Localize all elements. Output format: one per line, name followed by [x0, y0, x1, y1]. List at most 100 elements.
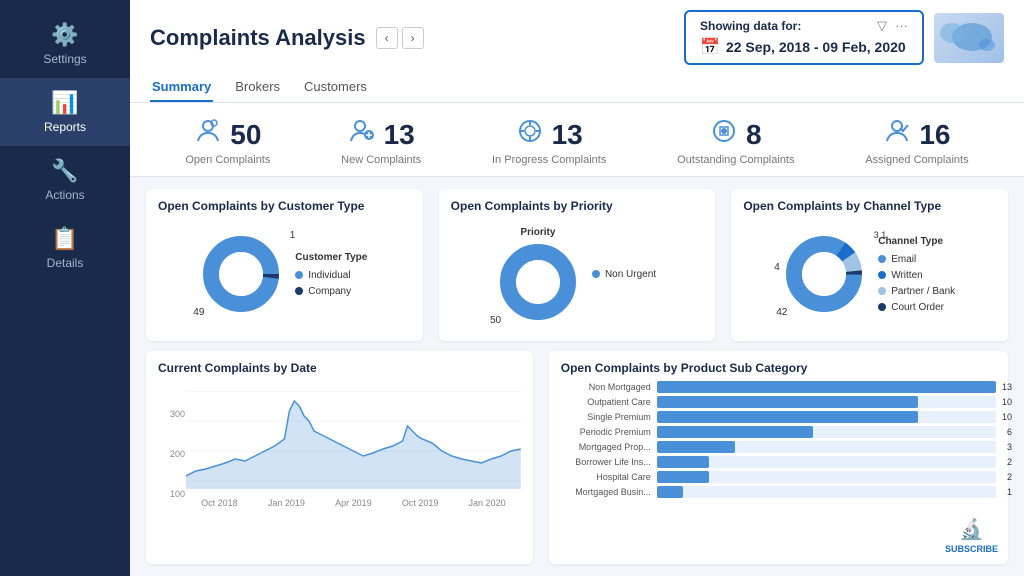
actions-icon: 🔧 — [51, 158, 78, 184]
legend-partner-bank: Partner / Bank — [878, 286, 955, 297]
bar-row: Hospital Care 2 — [561, 471, 996, 483]
kpi-assigned-complaints: 16 Assigned Complaints — [865, 117, 968, 166]
kpi-open-label: Open Complaints — [185, 154, 270, 166]
bar-row: Mortgaged Busin... 1 — [561, 486, 996, 498]
legend-nonurgent-label: Non Urgent — [605, 269, 656, 280]
nav-next-button[interactable]: › — [402, 27, 424, 49]
bar-row: Non Mortgaged 13 — [561, 381, 996, 393]
bar-inner — [657, 441, 735, 453]
date-filter-label: Showing data for: — [700, 19, 801, 33]
legend-written-label: Written — [891, 270, 923, 281]
legend-written: Written — [878, 270, 955, 281]
chart-bar-product: Open Complaints by Product Sub Category … — [549, 351, 1008, 564]
legend-channel-title: Channel Type — [878, 236, 955, 247]
date-filter-icons: ▽ ··· — [877, 18, 908, 34]
settings-icon: ⚙️ — [51, 22, 78, 48]
x-label-apr2019: Apr 2019 — [335, 498, 372, 508]
legend-customer-title: Customer Type — [295, 252, 367, 263]
bar-chart-title: Open Complaints by Product Sub Category — [561, 361, 996, 375]
legend-email-label: Email — [891, 254, 916, 265]
bar-outer: 1 — [657, 486, 996, 498]
kpi-inprogress-value: 13 — [552, 119, 583, 151]
nav-prev-button[interactable]: ‹ — [376, 27, 398, 49]
filter-icon[interactable]: ▽ — [877, 18, 887, 34]
legend-court-order: Court Order — [878, 302, 955, 313]
sidebar-item-settings[interactable]: ⚙️ Settings — [0, 10, 130, 78]
bar-value: 3 — [1007, 442, 1012, 452]
donut-priority-legend: Non Urgent — [592, 269, 656, 280]
bar-row: Mortgaged Prop... 3 — [561, 441, 996, 453]
bar-value: 10 — [1002, 412, 1012, 422]
sidebar-item-reports[interactable]: 📊 Reports — [0, 78, 130, 146]
open-complaints-icon — [194, 117, 222, 152]
y-label-200: 200 — [170, 449, 185, 459]
sidebar-item-actions[interactable]: 🔧 Actions — [0, 146, 130, 214]
donut-channel-wrap: 3 1 4 42 — [784, 234, 864, 314]
nav-arrows: ‹ › — [376, 27, 424, 49]
tab-customers[interactable]: Customers — [302, 73, 369, 102]
kpi-open-value: 50 — [230, 119, 261, 151]
bar-value: 13 — [1002, 382, 1012, 392]
legend-individual-label: Individual — [308, 270, 350, 281]
bar-row: Single Premium 10 — [561, 411, 996, 423]
date-range-text: 22 Sep, 2018 - 09 Feb, 2020 — [726, 39, 906, 55]
bar-row: Borrower Life Ins... 2 — [561, 456, 996, 468]
subscribe-label: SUBSCRIBE — [945, 544, 998, 554]
date-filter-value: 📅 22 Sep, 2018 - 09 Feb, 2020 — [700, 37, 906, 57]
assigned-icon — [883, 117, 911, 152]
tab-brokers[interactable]: Brokers — [233, 73, 282, 102]
sidebar-item-label: Details — [47, 256, 84, 270]
bar-label: Periodic Premium — [561, 427, 651, 437]
charts-top-row: Open Complaints by Customer Type 1 49 Cu… — [146, 189, 1008, 341]
bar-outer: 10 — [657, 411, 996, 423]
donut-customer-legend: Customer Type Individual Company — [295, 252, 367, 297]
bar-inner — [657, 486, 683, 498]
donut-customer-label-tl: 1 — [290, 230, 296, 241]
sidebar-item-label: Reports — [44, 120, 86, 134]
bar-outer: 13 — [657, 381, 996, 393]
tab-summary[interactable]: Summary — [150, 73, 213, 102]
bar-outer: 10 — [657, 396, 996, 408]
kpi-outstanding-value: 8 — [746, 119, 762, 151]
subscribe-icon: 🔬 — [959, 517, 984, 542]
bar-outer: 2 — [657, 456, 996, 468]
sidebar-item-details[interactable]: 📋 Details — [0, 214, 130, 282]
bar-inner — [657, 471, 709, 483]
charts-area: Open Complaints by Customer Type 1 49 Cu… — [130, 177, 1024, 576]
legend-nonurgent: Non Urgent — [592, 269, 656, 280]
sidebar-item-label: Settings — [43, 52, 86, 66]
x-label-jan2020: Jan 2020 — [469, 498, 506, 508]
bar-chart-area: Non Mortgaged 13 Outpatient Care 10 Sing… — [561, 381, 996, 498]
main-content: Complaints Analysis ‹ › Showing data for… — [130, 0, 1024, 576]
donut-priority-label-br: 50 — [490, 315, 501, 326]
chart-priority-title: Open Complaints by Priority — [451, 199, 704, 213]
x-label-oct2018: Oct 2018 — [201, 498, 238, 508]
donut-channel-label-l: 4 — [774, 262, 780, 273]
kpi-new-complaints: 13 New Complaints — [341, 117, 421, 166]
bar-label: Non Mortgaged — [561, 382, 651, 392]
legend-partner-label: Partner / Bank — [891, 286, 955, 297]
outstanding-icon — [710, 117, 738, 152]
details-icon: 📋 — [51, 226, 78, 252]
bar-label: Outpatient Care — [561, 397, 651, 407]
bar-value: 1 — [1007, 487, 1012, 497]
calendar-icon: 📅 — [700, 37, 720, 57]
page-title: Complaints Analysis — [150, 25, 366, 51]
bar-label: Hospital Care — [561, 472, 651, 482]
subscribe-badge: 🔬 SUBSCRIBE — [945, 517, 998, 554]
bar-inner — [657, 456, 709, 468]
kpi-open-complaints: 50 Open Complaints — [185, 117, 270, 166]
more-icon[interactable]: ··· — [895, 18, 908, 34]
priority-legend-title: Priority — [520, 227, 555, 238]
y-label-300: 300 — [170, 409, 185, 419]
kpi-new-label: New Complaints — [341, 154, 421, 166]
date-filter-box[interactable]: Showing data for: ▽ ··· 📅 22 Sep, 2018 -… — [684, 10, 924, 65]
kpi-outstanding-label: Outstanding Complaints — [677, 154, 794, 166]
bar-row: Periodic Premium 6 — [561, 426, 996, 438]
x-axis-labels: Oct 2018 Jan 2019 Apr 2019 Oct 2019 Jan … — [186, 498, 521, 508]
line-chart-title: Current Complaints by Date — [158, 361, 521, 375]
legend-email: Email — [878, 254, 955, 265]
chart-channel-title: Open Complaints by Channel Type — [743, 199, 996, 213]
bar-outer: 2 — [657, 471, 996, 483]
kpi-assigned-value: 16 — [919, 119, 950, 151]
